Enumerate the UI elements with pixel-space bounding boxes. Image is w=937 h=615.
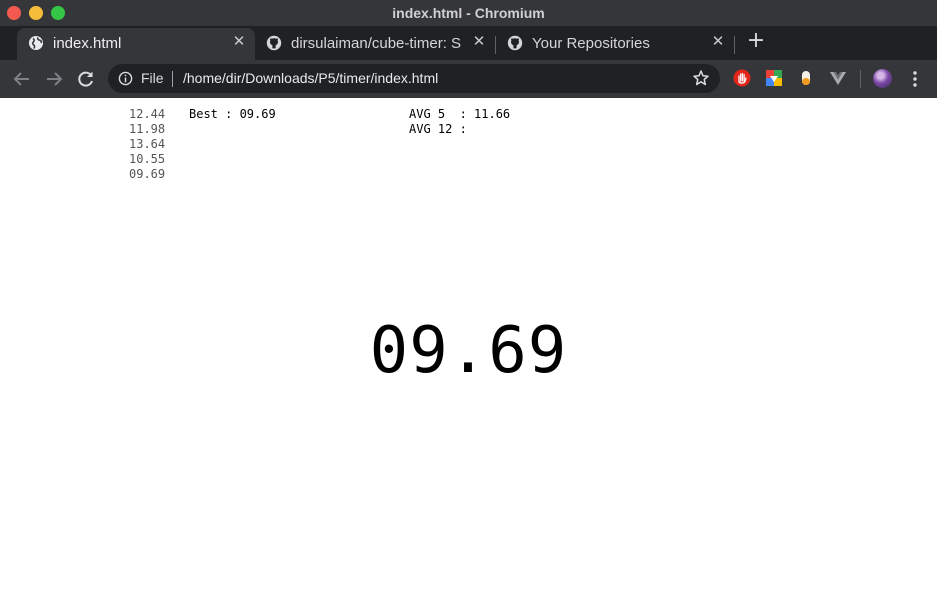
vue-extension-icon[interactable]	[829, 69, 847, 87]
page-content: 12.44 11.98 13.64 10.55 09.69 Best : 09.…	[0, 98, 937, 615]
globe-icon	[29, 36, 43, 50]
hand-stop-extension-icon[interactable]	[733, 69, 751, 87]
capsule-extension-icon[interactable]	[797, 69, 815, 87]
window-title: index.html - Chromium	[392, 5, 545, 21]
list-item: 09.69	[129, 167, 166, 181]
avg12-label: AVG 12 :	[409, 122, 475, 136]
drive-extension-icon[interactable]	[765, 69, 783, 87]
url-text[interactable]: /home/dir/Downloads/P5/timer/index.html	[183, 70, 438, 86]
title-bar: index.html - Chromium	[0, 0, 937, 26]
tab-strip: index.html ✕ dirsulaiman/cube-timer: S ✕…	[0, 26, 937, 60]
browser-window: index.html - Chromium index.html ✕ dirsu…	[0, 0, 937, 615]
best-label: Best :	[189, 107, 240, 121]
address-bar[interactable]: File /home/dir/Downloads/P5/timer/index.…	[108, 64, 720, 93]
timer-display: 09.69	[369, 314, 568, 388]
tab-separator	[734, 36, 735, 54]
tab-close-icon[interactable]: ✕	[231, 34, 247, 50]
avg5-stat: AVG 5 : 11.66	[409, 107, 510, 122]
new-tab-button[interactable]: +	[745, 30, 767, 52]
browser-toolbar: File /home/dir/Downloads/P5/timer/index.…	[0, 60, 937, 98]
tab-close-icon[interactable]: ✕	[710, 34, 726, 50]
tab-label: index.html	[53, 35, 122, 52]
github-icon	[266, 35, 282, 51]
tab-close-icon[interactable]: ✕	[471, 34, 487, 50]
list-item: 11.98	[129, 122, 166, 136]
tab-your-repositories[interactable]: Your Repositories ✕	[496, 28, 734, 60]
best-stat: Best : 09.69	[189, 107, 276, 122]
tab-index-html[interactable]: index.html ✕	[17, 28, 255, 60]
tab-cube-timer-repo[interactable]: dirsulaiman/cube-timer: S ✕	[255, 28, 495, 60]
best-value: 09.69	[239, 107, 276, 121]
url-scheme-label: File	[141, 70, 164, 86]
bookmark-star-icon[interactable]	[692, 69, 710, 87]
reload-icon[interactable]	[75, 68, 97, 90]
tab-label: Your Repositories	[532, 35, 650, 52]
list-item: 13.64	[129, 137, 166, 151]
list-item: 12.44	[129, 107, 166, 121]
more-vertical-icon[interactable]	[908, 70, 922, 88]
avg5-label: AVG 5 :	[409, 107, 475, 121]
address-divider	[172, 71, 173, 87]
solve-times-list: 12.44 11.98 13.64 10.55 09.69	[129, 107, 174, 182]
avg12-stat: AVG 12 :	[409, 122, 474, 137]
forward-arrow-icon[interactable]	[43, 68, 65, 90]
github-icon	[507, 35, 523, 51]
back-arrow-icon[interactable]	[11, 68, 33, 90]
toolbar-separator	[860, 70, 861, 88]
tab-label: dirsulaiman/cube-timer: S	[291, 35, 462, 52]
list-item: 10.55	[129, 152, 166, 166]
profile-avatar[interactable]	[873, 69, 892, 88]
info-icon[interactable]	[118, 71, 133, 86]
avg5-value: 11.66	[474, 107, 511, 121]
